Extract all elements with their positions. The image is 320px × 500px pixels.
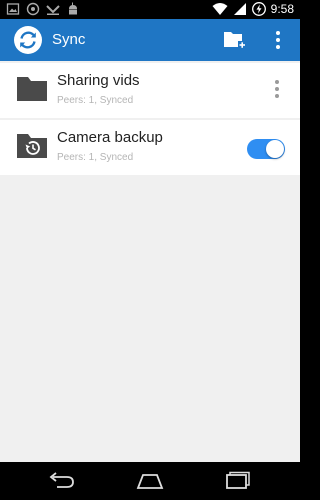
app-bar: Sync: [0, 19, 300, 61]
recent-apps-button[interactable]: [223, 471, 253, 491]
notification-icons: [6, 2, 80, 16]
backup-folder-icon: [17, 134, 47, 158]
clock: 9:58: [270, 2, 294, 16]
navigation-bar: [0, 462, 300, 500]
folder-status: Peers: 1, Synced: [57, 152, 134, 163]
download-icon: [46, 5, 60, 15]
overflow-menu-icon: [275, 80, 279, 98]
list-item[interactable]: Sharing vids Peers: 1, Synced: [0, 63, 300, 118]
list-item[interactable]: Camera backup Peers: 1, Synced: [0, 120, 300, 175]
android-icon: [69, 2, 77, 15]
battery-charging-icon: [251, 2, 266, 16]
folder-icon: [17, 77, 47, 101]
home-icon: [136, 474, 164, 489]
folder-list: Sharing vids Peers: 1, Synced Camera bac…: [0, 61, 300, 462]
page-title: Sync: [52, 31, 86, 48]
status-bar: 9:58: [0, 0, 300, 19]
add-folder-button[interactable]: [221, 28, 247, 52]
folder-menu-button[interactable]: [270, 78, 284, 100]
recent-apps-icon: [226, 471, 250, 489]
picture-icon: [6, 3, 20, 15]
toggle-knob: [266, 140, 284, 158]
system-icons: 9:58: [212, 1, 294, 17]
signal-icon: [233, 3, 246, 15]
folder-name: Camera backup: [57, 129, 163, 146]
app-circle-icon: [26, 2, 40, 16]
overflow-menu-icon: [276, 31, 280, 49]
overflow-menu-button[interactable]: [270, 28, 286, 52]
back-icon: [49, 472, 74, 488]
sync-logo-icon[interactable]: [13, 25, 43, 55]
back-button[interactable]: [47, 471, 77, 491]
wifi-icon: [212, 3, 228, 15]
folder-name: Sharing vids: [57, 72, 140, 89]
home-button[interactable]: [135, 471, 165, 491]
folder-status: Peers: 1, Synced: [57, 95, 134, 106]
add-folder-icon: [224, 32, 246, 49]
sync-toggle[interactable]: [247, 139, 285, 159]
